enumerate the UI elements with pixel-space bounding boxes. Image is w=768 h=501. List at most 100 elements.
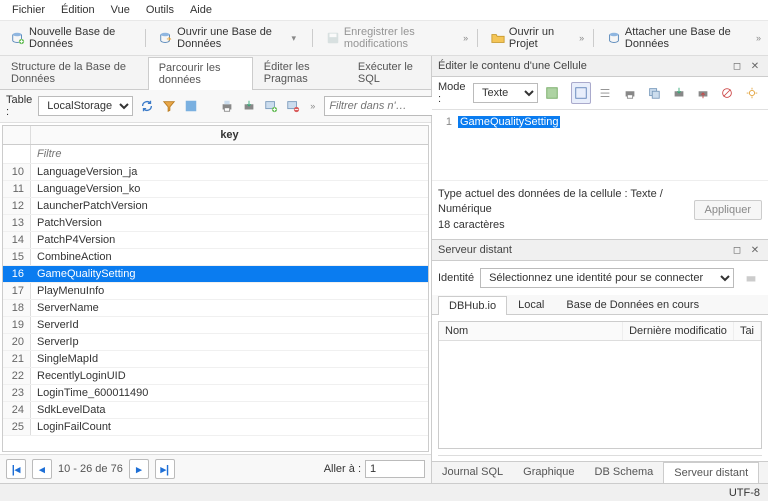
close-icon[interactable]: ✕ (748, 243, 762, 257)
cell-value[interactable]: LauncherPatchVersion (31, 198, 428, 214)
btab-remote[interactable]: Serveur distant (663, 462, 759, 483)
cell-value[interactable]: PlayMenuInfo (31, 283, 428, 299)
table-row[interactable]: 16GameQualitySetting (3, 266, 428, 283)
overflow-icon[interactable]: » (576, 33, 587, 43)
cell-value[interactable]: LoginTime_600011490 (31, 385, 428, 401)
export-button[interactable] (241, 95, 257, 117)
menu-help[interactable]: Aide (184, 2, 218, 18)
table-select[interactable]: LocalStorage (38, 96, 133, 116)
remote-tab-dbhub[interactable]: DBHub.io (438, 296, 507, 315)
table-row[interactable]: 10LanguageVersion_ja (3, 164, 428, 181)
table-row[interactable]: 25LoginFailCount (3, 419, 428, 436)
menu-view[interactable]: Vue (105, 2, 136, 18)
format-button[interactable] (542, 82, 562, 104)
table-row[interactable]: 24SdkLevelData (3, 402, 428, 419)
print-button[interactable] (219, 95, 235, 117)
next-page-button[interactable]: ▸ (129, 459, 149, 479)
print-cell-button[interactable] (620, 82, 640, 104)
settings-cell-button[interactable] (742, 82, 762, 104)
undock-icon[interactable]: ◻ (730, 243, 744, 257)
cell-value[interactable]: LanguageVersion_ja (31, 164, 428, 180)
open-database-button[interactable]: Ouvrir une Base de Données ▾ (152, 23, 306, 53)
prev-page-button[interactable]: ◂ (32, 459, 52, 479)
first-page-button[interactable]: |◂ (6, 459, 26, 479)
view-text-button[interactable] (571, 82, 591, 104)
table-row[interactable]: 20ServerIp (3, 334, 428, 351)
add-record-button[interactable] (263, 95, 279, 117)
open-project-button[interactable]: Ouvrir un Projet (484, 23, 574, 53)
tab-structure[interactable]: Structure de la Base de Données (0, 56, 148, 89)
cell-value[interactable]: CombineAction (31, 249, 428, 265)
table-row[interactable]: 23LoginTime_600011490 (3, 385, 428, 402)
identity-select[interactable]: Sélectionnez une identité pour se connec… (480, 268, 734, 288)
table-row[interactable]: 22RecentlyLoginUID (3, 368, 428, 385)
export-cell-button[interactable] (693, 82, 713, 104)
btab-schema[interactable]: DB Schema (585, 462, 664, 483)
table-row[interactable]: 18ServerName (3, 300, 428, 317)
col-modified[interactable]: Dernière modificatio (623, 322, 734, 340)
table-row[interactable]: 19ServerId (3, 317, 428, 334)
col-name[interactable]: Nom (439, 322, 623, 340)
goto-input[interactable] (365, 460, 425, 478)
remote-tab-current[interactable]: Base de Données en cours (555, 295, 710, 314)
table-row[interactable]: 11LanguageVersion_ko (3, 181, 428, 198)
table-row[interactable]: 13PatchVersion (3, 215, 428, 232)
column-filter-input[interactable] (31, 145, 428, 163)
overflow-icon[interactable]: » (753, 33, 764, 43)
close-icon[interactable]: ✕ (748, 59, 762, 73)
tab-pragmas[interactable]: Éditer les Pragmas (253, 56, 347, 89)
mode-label: Mode : (438, 81, 469, 105)
overflow-icon[interactable]: » (307, 101, 318, 111)
dropdown-icon[interactable]: ▾ (289, 33, 300, 44)
save-filter-button[interactable] (183, 95, 199, 117)
cell-value[interactable]: RecentlyLoginUID (31, 368, 428, 384)
btab-journal[interactable]: Journal SQL (432, 462, 513, 483)
data-table[interactable]: key 10LanguageVersion_ja11LanguageVersio… (2, 125, 429, 452)
cell-value[interactable]: LanguageVersion_ko (31, 181, 428, 197)
table-label: Table : (6, 94, 32, 118)
overflow-icon[interactable]: » (460, 33, 471, 43)
delete-record-button[interactable] (285, 95, 301, 117)
btab-graph[interactable]: Graphique (513, 462, 584, 483)
table-row[interactable]: 17PlayMenuInfo (3, 283, 428, 300)
null-cell-button[interactable] (717, 82, 737, 104)
encoding-label: UTF-8 (729, 487, 760, 499)
attach-database-button[interactable]: Attacher une Base de Données (600, 23, 751, 53)
line-number: 1 (438, 116, 458, 174)
clear-filters-button[interactable] (161, 95, 177, 117)
table-row[interactable]: 15CombineAction (3, 249, 428, 266)
cell-value[interactable]: ServerName (31, 300, 428, 316)
cell-value[interactable]: ServerId (31, 317, 428, 333)
remote-tab-local[interactable]: Local (507, 295, 555, 314)
last-page-button[interactable]: ▸| (155, 459, 175, 479)
cell-editor[interactable]: 1 GameQualitySetting (432, 110, 768, 180)
undock-icon[interactable]: ◻ (730, 59, 744, 73)
import-cell-button[interactable] (668, 82, 688, 104)
copy-cell-button[interactable] (644, 82, 664, 104)
menu-edit[interactable]: Édition (55, 2, 101, 18)
column-header-key[interactable]: key (31, 126, 428, 144)
menu-tools[interactable]: Outils (140, 2, 180, 18)
identity-manage-button[interactable] (740, 267, 762, 289)
remote-list[interactable]: Nom Dernière modificatio Tai (438, 321, 762, 449)
cell-value[interactable]: PatchVersion (31, 215, 428, 231)
tab-browse[interactable]: Parcourir les données (148, 57, 253, 90)
cell-text: GameQualitySetting (458, 116, 560, 128)
cell-value[interactable]: ServerIp (31, 334, 428, 350)
table-row[interactable]: 12LauncherPatchVersion (3, 198, 428, 215)
view-list-button[interactable] (595, 82, 615, 104)
new-database-button[interactable]: Nouvelle Base de Données (4, 23, 139, 53)
refresh-button[interactable] (139, 95, 155, 117)
table-row[interactable]: 14PatchP4Version (3, 232, 428, 249)
mode-select[interactable]: Texte (473, 83, 538, 103)
cell-value[interactable]: SdkLevelData (31, 402, 428, 418)
cell-value[interactable]: PatchP4Version (31, 232, 428, 248)
cell-value[interactable]: SingleMapId (31, 351, 428, 367)
table-row[interactable]: 21SingleMapId (3, 351, 428, 368)
menu-file[interactable]: Fichier (6, 2, 51, 18)
tab-sql[interactable]: Exécuter le SQL (347, 56, 431, 89)
cell-value[interactable]: LoginFailCount (31, 419, 428, 435)
apply-button[interactable]: Appliquer (694, 200, 762, 220)
col-size[interactable]: Tai (734, 322, 761, 340)
cell-value[interactable]: GameQualitySetting (31, 266, 428, 282)
